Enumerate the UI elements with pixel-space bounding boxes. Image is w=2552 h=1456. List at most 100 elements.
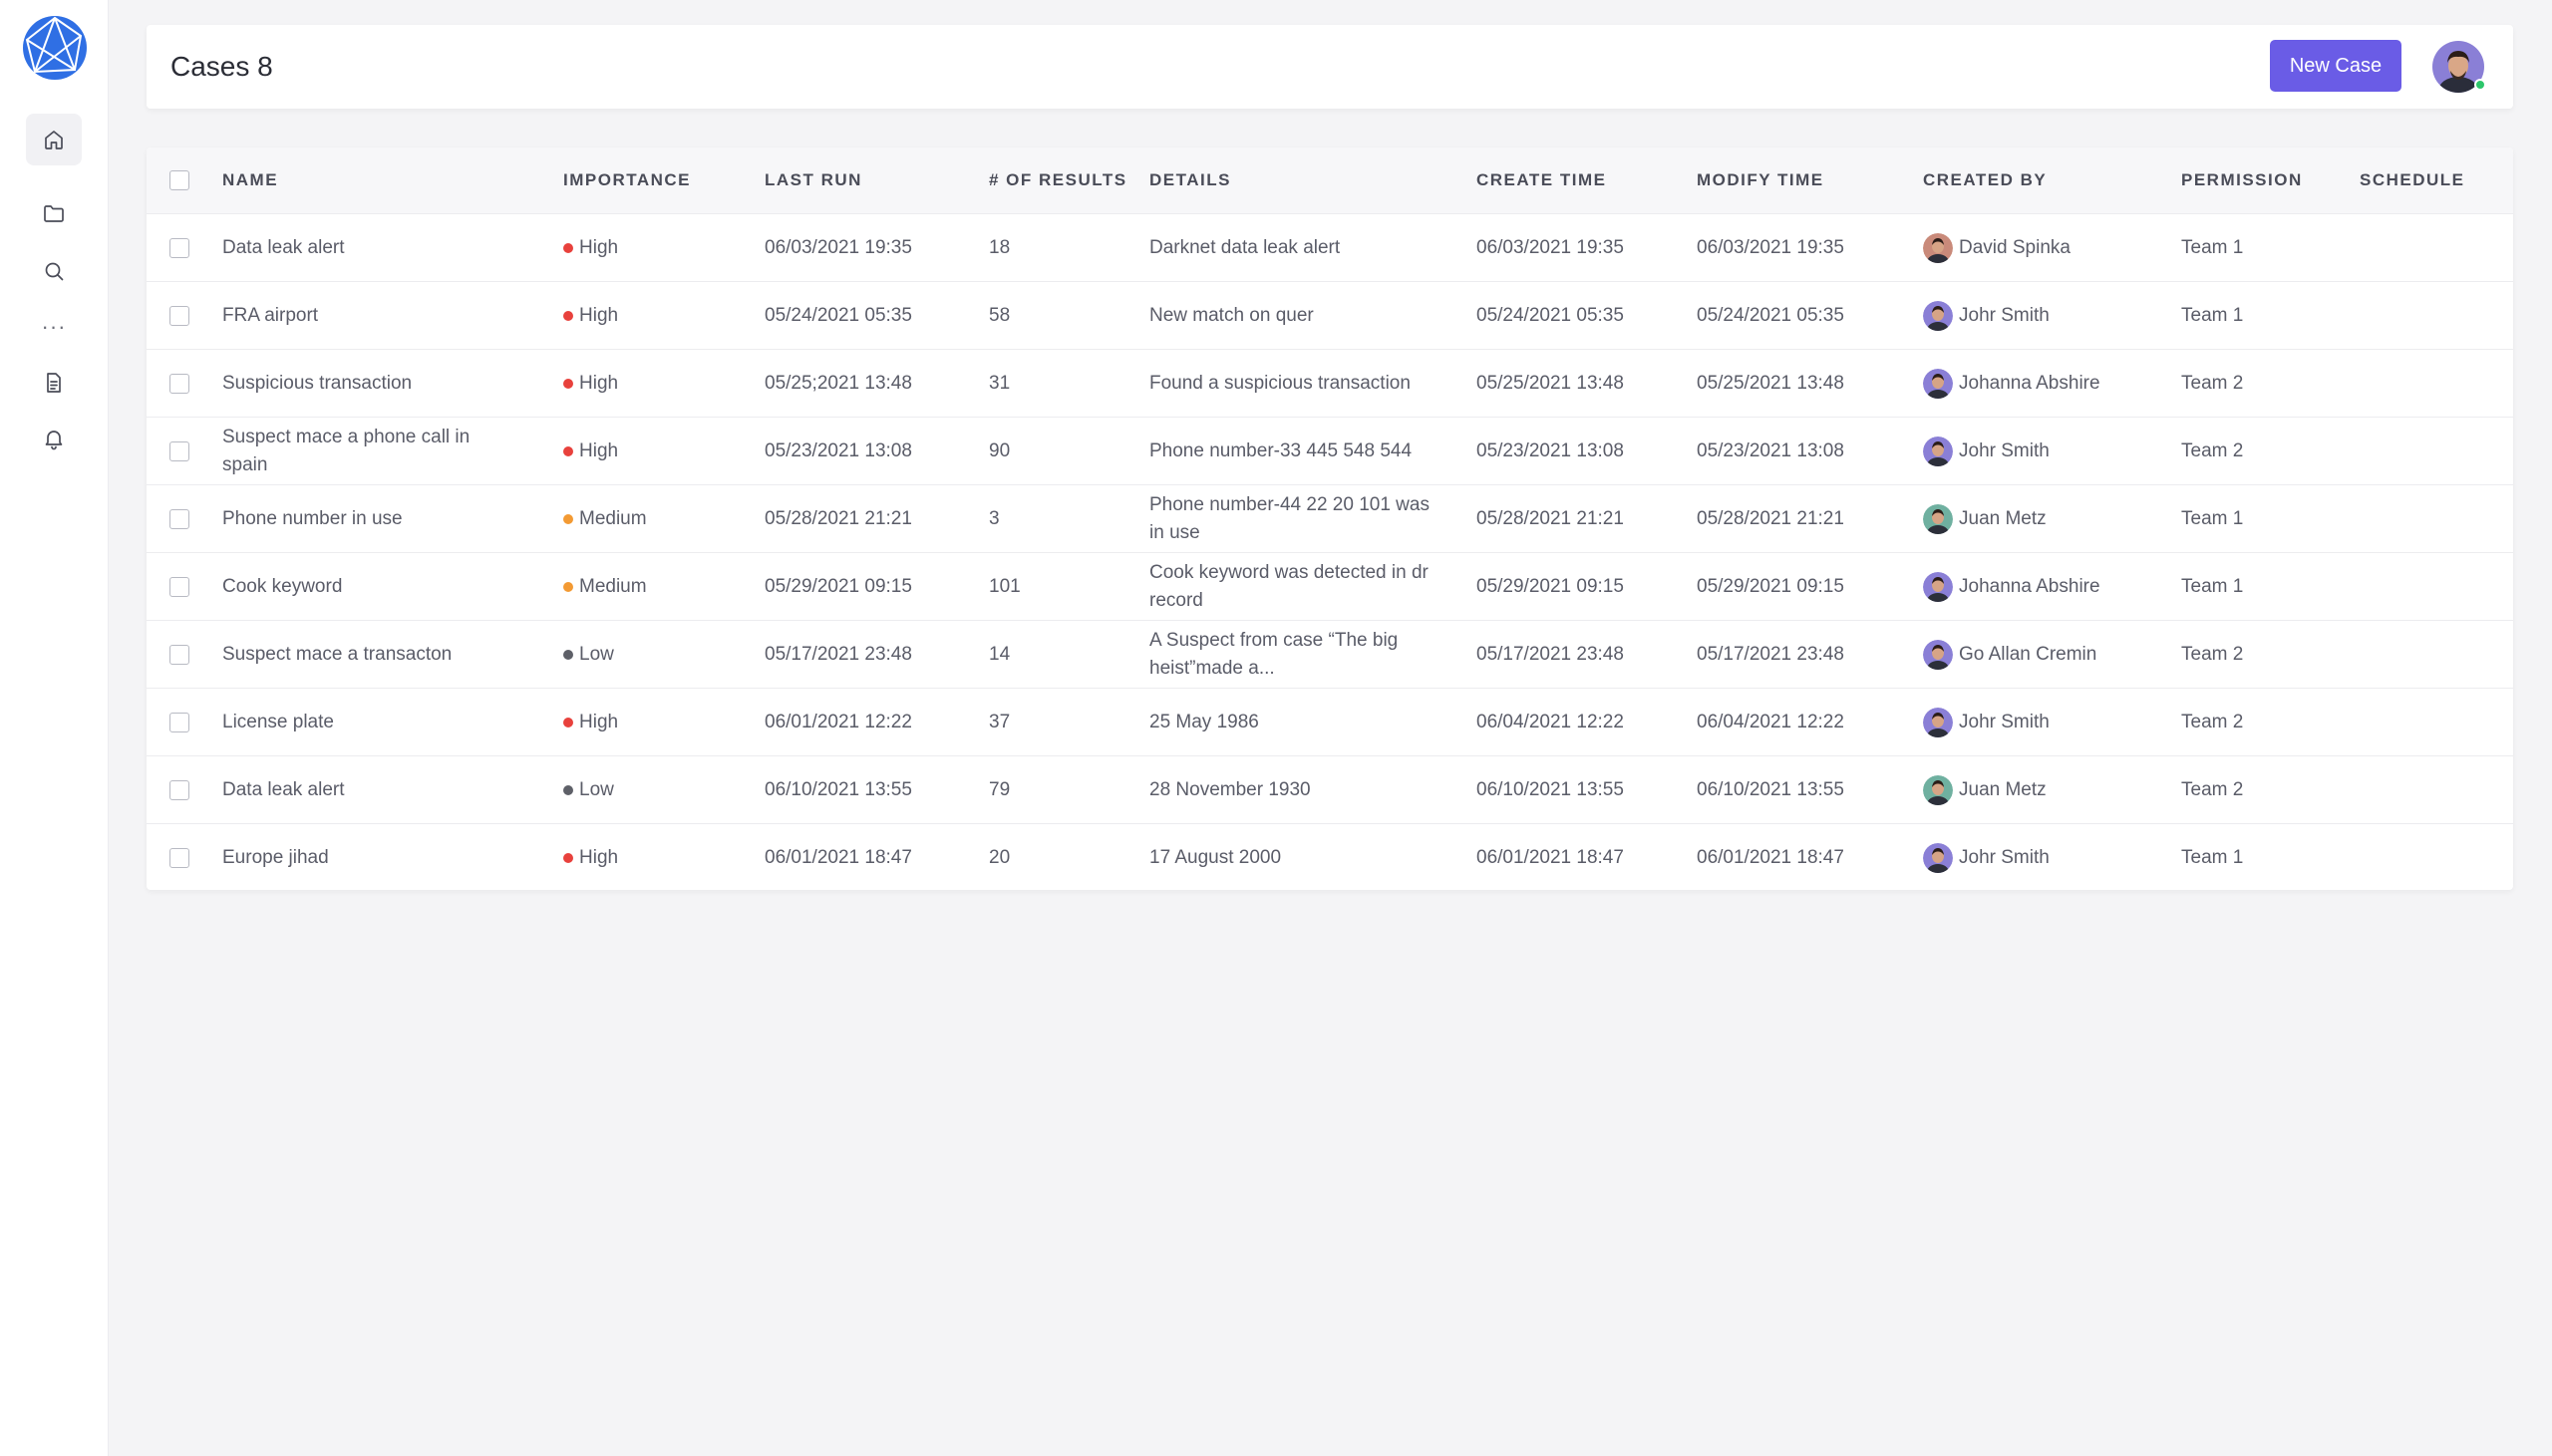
- results-count-cell: 3: [989, 485, 1128, 552]
- row-checkbox[interactable]: [169, 713, 189, 732]
- case-name-cell: Suspect mace a phone call in spain: [222, 418, 491, 484]
- column-header-results[interactable]: # OF RESULTS: [989, 147, 1127, 213]
- column-header-last-run[interactable]: LAST RUN: [765, 147, 862, 213]
- importance-cell: High: [579, 236, 619, 258]
- table-row[interactable]: Phone number in use Medium 05/28/2021 21:2…: [147, 484, 2513, 552]
- table-row[interactable]: Data leak alert Low 06/10/2021 13:55 79 28 N…: [147, 755, 2513, 823]
- modify-time-cell: 05/28/2021 21:21: [1697, 485, 1906, 552]
- case-name[interactable]: Suspicious transaction: [222, 370, 412, 398]
- column-header-modify-time[interactable]: MODIFY TIME: [1697, 147, 1824, 213]
- column-header-schedule[interactable]: SCHEDULE: [2360, 147, 2465, 213]
- column-header-create-time[interactable]: CREATE TIME: [1476, 147, 1606, 213]
- case-name[interactable]: Data leak alert: [222, 234, 345, 262]
- results-count: 18: [989, 236, 1011, 258]
- select-all-checkbox[interactable]: [169, 170, 189, 190]
- case-name[interactable]: Cook keyword: [222, 573, 342, 601]
- results-count-cell: 90: [989, 418, 1128, 484]
- table-row[interactable]: Cook keyword Medium 05/29/2021 09:15 101 Coo…: [147, 552, 2513, 620]
- details-cell: Cook keyword was detected in dr record: [1149, 553, 1448, 620]
- create-time-cell: 05/29/2021 09:15: [1476, 553, 1686, 620]
- sidebar-item-search[interactable]: [26, 245, 82, 297]
- row-checkbox[interactable]: [169, 577, 189, 597]
- new-case-button[interactable]: New Case: [2270, 40, 2401, 92]
- sidebar-item-notifications[interactable]: [26, 413, 82, 464]
- column-header-permission[interactable]: PERMISSION: [2181, 147, 2303, 213]
- column-header-importance[interactable]: IMPORTANCE: [563, 147, 691, 213]
- row-checkbox[interactable]: [169, 374, 189, 394]
- sidebar-item-folders[interactable]: [26, 187, 82, 239]
- results-count: 31: [989, 372, 1011, 394]
- details-cell: Phone number-44 22 20 101 was in use: [1149, 485, 1448, 552]
- created-by: Johr Smith: [1959, 846, 2050, 868]
- modify-time: 05/17/2021 23:48: [1697, 643, 1844, 665]
- schedule-cell: [2360, 485, 2499, 552]
- modify-time: 05/23/2021 13:08: [1697, 439, 1844, 461]
- created-by-cell: Johanna Abshire: [1923, 350, 2172, 417]
- case-name[interactable]: Suspect mace a transacton: [222, 641, 452, 669]
- column-header-created-by[interactable]: CREATED BY: [1923, 147, 2047, 213]
- case-name[interactable]: Europe jihad: [222, 844, 329, 872]
- case-name-cell: FRA airport: [222, 282, 491, 349]
- more-icon: ···: [41, 314, 67, 339]
- table-row[interactable]: Suspect mace a transacton Low 05/17/2021 2…: [147, 620, 2513, 688]
- table-row[interactable]: FRA airport High 05/24/2021 05:35 58 New mat…: [147, 281, 2513, 349]
- modify-time: 05/24/2021 05:35: [1697, 304, 1844, 326]
- permission-cell: Team 2: [2181, 418, 2341, 484]
- row-checkbox[interactable]: [169, 238, 189, 258]
- sidebar-item-more[interactable]: ···: [26, 301, 82, 353]
- last-run: 05/17/2021 23:48: [765, 643, 912, 665]
- importance-cell: High: [579, 439, 619, 461]
- created-by: Johr Smith: [1959, 304, 2050, 326]
- created-by-cell: Johr Smith: [1923, 282, 2172, 349]
- permission: Team 1: [2181, 846, 2244, 868]
- row-checkbox[interactable]: [169, 441, 189, 461]
- table-row[interactable]: License plate High 06/01/2021 12:22 37 25 Ma…: [147, 688, 2513, 755]
- details-cell: Found a suspicious transaction: [1149, 350, 1448, 417]
- sidebar: ···: [0, 0, 109, 1456]
- row-checkbox[interactable]: [169, 306, 189, 326]
- creator-avatar: [1923, 368, 1953, 399]
- created-by: Johr Smith: [1959, 711, 2050, 732]
- case-name[interactable]: Suspect mace a phone call in spain: [222, 424, 491, 479]
- creator-avatar: [1923, 774, 1953, 805]
- bell-icon: [45, 431, 63, 450]
- importance-low-dot-icon: [563, 649, 573, 660]
- created-by-cell: Johanna Abshire: [1923, 553, 2172, 620]
- case-name[interactable]: Phone number in use: [222, 505, 403, 533]
- importance-cell: High: [579, 846, 619, 868]
- last-run: 05/23/2021 13:08: [765, 439, 912, 461]
- case-name[interactable]: Data leak alert: [222, 776, 345, 804]
- sidebar-item-home[interactable]: [26, 114, 82, 165]
- created-by: Johanna Abshire: [1959, 372, 2100, 394]
- row-checkbox[interactable]: [169, 780, 189, 800]
- create-time-cell: 06/01/2021 18:47: [1476, 824, 1686, 890]
- column-header-details[interactable]: DETAILS: [1149, 147, 1231, 213]
- column-header-name[interactable]: NAME: [222, 147, 278, 213]
- results-count: 14: [989, 643, 1011, 665]
- row-checkbox[interactable]: [169, 645, 189, 665]
- importance-high-dot-icon: [563, 310, 573, 321]
- table-row[interactable]: Suspect mace a phone call in spain High 05…: [147, 417, 2513, 484]
- case-name[interactable]: FRA airport: [222, 302, 318, 330]
- created-by-cell: Johr Smith: [1923, 824, 2172, 890]
- last-run-cell: 05/28/2021 21:21: [765, 485, 974, 552]
- permission: Team 1: [2181, 575, 2244, 597]
- creator-avatar: [1923, 300, 1953, 331]
- importance-cell-cell: High: [563, 350, 753, 417]
- schedule-cell: [2360, 689, 2499, 755]
- permission-cell: Team 1: [2181, 282, 2341, 349]
- sidebar-item-documents[interactable]: [26, 357, 82, 409]
- table-row[interactable]: Europe jihad High 06/01/2021 18:47 20 17 Aug…: [147, 823, 2513, 890]
- app-logo-icon[interactable]: [21, 14, 89, 82]
- modify-time-cell: 06/03/2021 19:35: [1697, 214, 1906, 281]
- row-checkbox[interactable]: [169, 509, 189, 529]
- details: Cook keyword was detected in dr record: [1149, 561, 1429, 611]
- user-avatar[interactable]: [2432, 41, 2486, 93]
- creator-avatar: [1923, 842, 1953, 873]
- table-row[interactable]: Data leak alert High 06/03/2021 19:35 18 Dar…: [147, 213, 2513, 281]
- permission-cell: Team 1: [2181, 214, 2341, 281]
- table-row[interactable]: Suspicious transaction High 05/25;2021 13:…: [147, 349, 2513, 417]
- row-checkbox[interactable]: [169, 848, 189, 868]
- case-name[interactable]: License plate: [222, 709, 334, 736]
- last-run: 05/28/2021 21:21: [765, 507, 912, 529]
